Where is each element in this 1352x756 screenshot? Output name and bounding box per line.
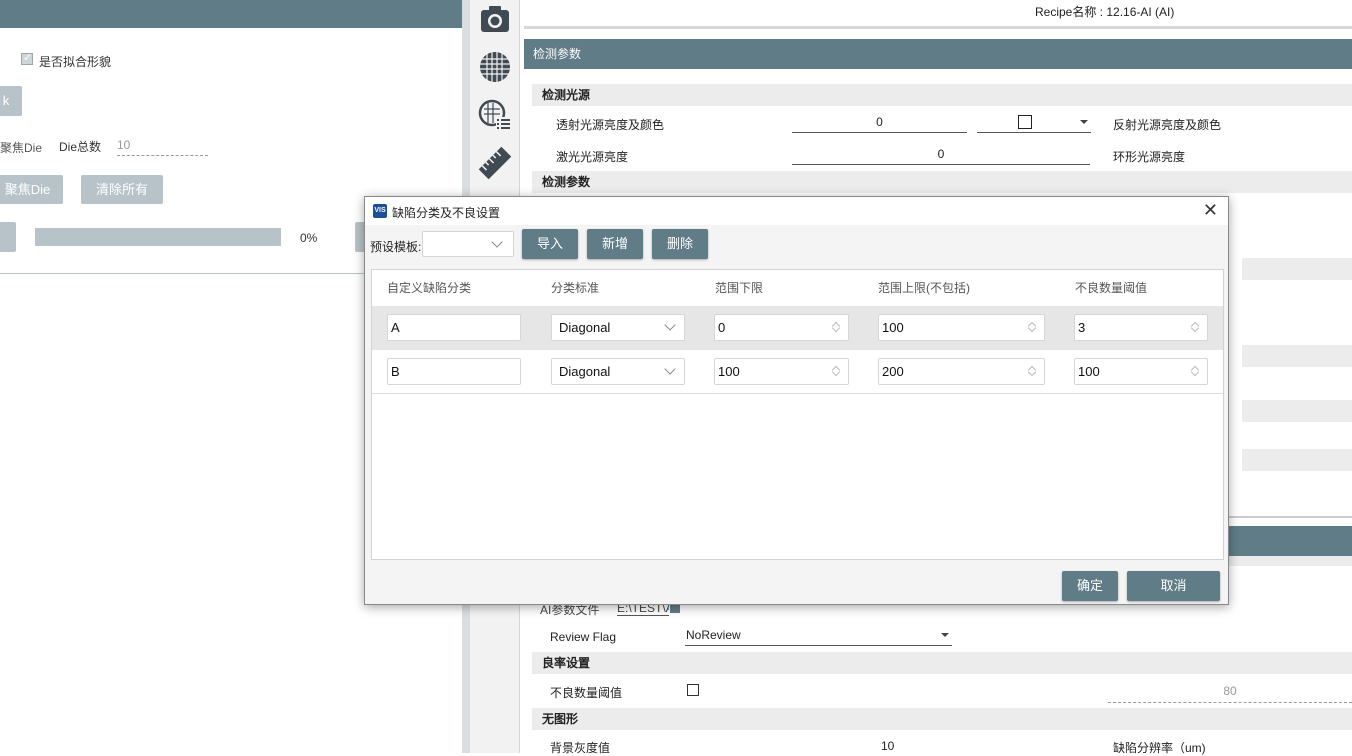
column-header[interactable]: 分类标准 [551, 270, 599, 306]
range-high-value: 200 [882, 364, 904, 379]
sub-detect-params: 检测参数 [532, 171, 1352, 193]
reflect-light-label: 反射光源亮度及颜色 [1113, 118, 1222, 132]
laser-light-label: 激光光源亮度 [556, 150, 629, 164]
defect-threshold-value[interactable]: 80 [1108, 684, 1352, 703]
focus-die-button[interactable]: 聚焦Die [0, 175, 63, 204]
spinner-arrows-icon[interactable] [1191, 365, 1199, 377]
left-panel-header [0, 0, 462, 28]
chevron-down-icon [491, 236, 503, 248]
gray-row [1242, 449, 1352, 471]
die-total-value[interactable]: 10 [117, 138, 208, 156]
sub-yield: 良率设置 [532, 652, 1352, 674]
spinner-arrows-icon[interactable] [832, 365, 840, 377]
range-high-spinbox[interactable]: 100 [878, 314, 1045, 341]
clear-all-button[interactable]: 清除所有 [81, 175, 163, 204]
section-detect-params: 检测参数 [524, 39, 1352, 69]
bg-gray-value[interactable]: 10 [881, 739, 894, 753]
dropdown-arrow-icon [1080, 120, 1088, 124]
column-header[interactable]: 自定义缺陷分类 [387, 270, 471, 306]
range-high-spinbox[interactable]: 200 [878, 358, 1045, 385]
laser-light-input[interactable]: 0 [792, 147, 1090, 165]
defect-class-table: 自定义缺陷分类 分类标准 范围下限 范围上限(不包括) 不良数量阈值 A Dia… [371, 269, 1224, 560]
spinner-arrows-icon[interactable] [1028, 321, 1036, 333]
preset-label: 预设模板: [370, 240, 422, 254]
table-row[interactable]: A Diagonal 0 100 3 [372, 306, 1223, 350]
delete-button[interactable]: 删除 [652, 229, 708, 259]
chevron-down-icon [664, 363, 676, 375]
standard-value: Diagonal [559, 320, 611, 335]
column-header[interactable]: 范围下限 [715, 270, 763, 306]
review-flag-select[interactable]: NoReview [685, 628, 952, 646]
table-row[interactable]: B Diagonal 100 200 100 [372, 350, 1223, 394]
defect-class-dialog: VIS 缺陷分类及不良设置 ✕ 预设模板: 导入 新增 删除 自定义缺陷分类 分… [364, 196, 1229, 605]
review-flag-value: NoReview [686, 628, 741, 642]
cancel-button[interactable]: 取消 [1127, 571, 1220, 601]
standard-select[interactable]: Diagonal [551, 358, 685, 385]
defect-threshold-checkbox[interactable] [687, 684, 699, 696]
range-low-value: 100 [718, 364, 740, 379]
threshold-spinbox[interactable]: 3 [1074, 314, 1208, 341]
spinner-arrows-icon[interactable] [832, 321, 840, 333]
spinner-arrows-icon[interactable] [1028, 365, 1036, 377]
threshold-value: 100 [1078, 364, 1100, 379]
column-header[interactable]: 范围上限(不包括) [878, 270, 970, 306]
threshold-spinbox[interactable]: 100 [1074, 358, 1208, 385]
gray-row [1242, 345, 1352, 367]
defect-name-input[interactable]: B [387, 358, 521, 385]
defect-res-label: 缺陷分辨率（um) [1113, 741, 1206, 755]
focus-die-label: 聚焦Die [0, 141, 43, 155]
fit-shape-label: 是否拟合形貌 [39, 55, 112, 69]
left-action-button[interactable] [0, 222, 16, 252]
defect-threshold-label: 不良数量阈值 [550, 686, 623, 700]
standard-value: Diagonal [559, 364, 611, 379]
ok-button[interactable]: 确定 [1062, 571, 1118, 601]
review-flag-label: Review Flag [550, 630, 617, 644]
ruler-icon[interactable] [478, 146, 512, 180]
fit-shape-checkbox[interactable] [21, 51, 33, 65]
gray-row [1242, 400, 1352, 422]
range-high-value: 100 [882, 320, 904, 335]
range-low-spinbox[interactable]: 100 [714, 358, 849, 385]
wafer-list-icon[interactable] [478, 98, 512, 132]
camera-icon[interactable] [478, 3, 512, 37]
defect-name-input[interactable]: A [387, 314, 521, 341]
add-button[interactable]: 新增 [587, 229, 643, 259]
die-total-label: Die总数 [59, 140, 102, 154]
app-logo-icon: VIS [373, 204, 387, 218]
dialog-title: 缺陷分类及不良设置 [392, 206, 501, 220]
recipe-name: Recipe名称 : 12.16-AI (AI) [1035, 5, 1175, 19]
progress-bar [35, 228, 281, 246]
preset-select[interactable] [422, 231, 514, 257]
ring-light-label: 环形光源亮度 [1113, 150, 1186, 164]
divider-line [1224, 516, 1352, 518]
close-icon[interactable]: ✕ [1203, 200, 1218, 221]
transmit-light-label: 透射光源亮度及颜色 [556, 118, 665, 132]
transmit-color-select[interactable] [977, 115, 1091, 133]
dialog-titlebar[interactable]: VIS 缺陷分类及不良设置 ✕ [365, 197, 1228, 225]
threshold-value: 3 [1078, 320, 1086, 335]
column-header[interactable]: 不良数量阈值 [1075, 270, 1147, 306]
color-swatch [1018, 115, 1032, 129]
range-low-value: 0 [718, 320, 726, 335]
range-low-spinbox[interactable]: 0 [714, 314, 849, 341]
grid-circle-icon[interactable] [478, 50, 512, 84]
gray-row [1242, 258, 1352, 280]
transmit-light-input[interactable]: 0 [792, 115, 967, 133]
sub-no-pattern: 无图形 [532, 708, 1352, 730]
dropdown-arrow-icon [941, 633, 949, 637]
chevron-down-icon [664, 319, 676, 331]
sub-light-source: 检测光源 [532, 84, 1352, 106]
top-divider [524, 26, 1352, 29]
bg-gray-label: 背景灰度值 [550, 741, 611, 755]
import-button[interactable]: 导入 [522, 229, 578, 259]
progress-text: 0% [300, 231, 318, 245]
standard-select[interactable]: Diagonal [551, 314, 685, 341]
spinner-arrows-icon[interactable] [1191, 321, 1199, 333]
k-button[interactable]: k [0, 86, 22, 116]
